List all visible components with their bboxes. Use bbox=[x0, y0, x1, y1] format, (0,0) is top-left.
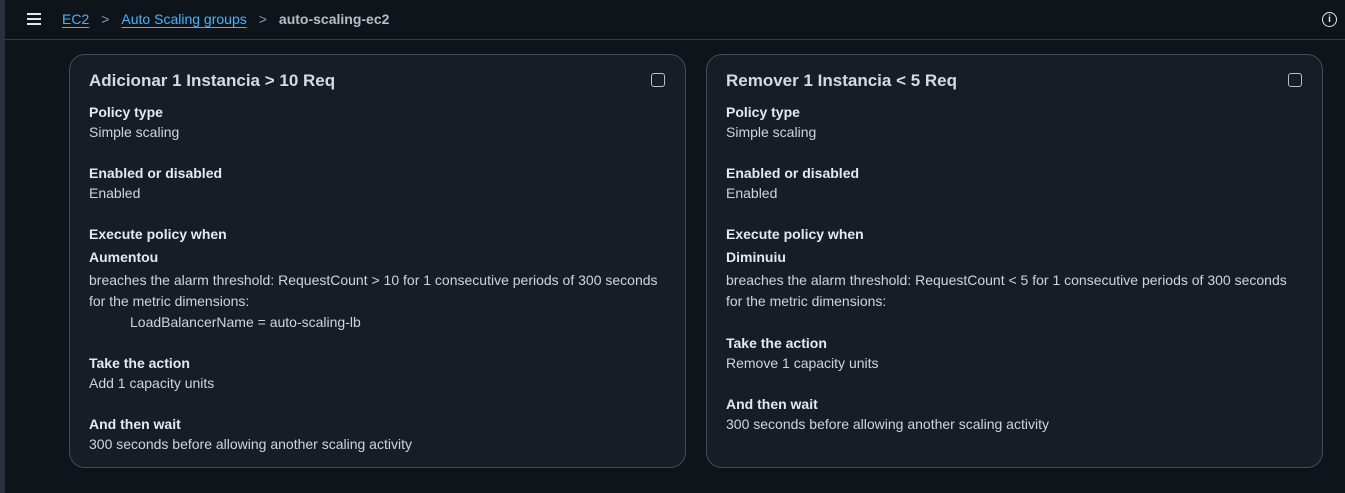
policy-type-label: Policy type bbox=[89, 104, 163, 120]
execute-policy-label: Execute policy when bbox=[726, 226, 864, 242]
scaling-policy-card: Adicionar 1 Instancia > 10 Req Policy ty… bbox=[69, 54, 686, 468]
hamburger-menu-icon[interactable] bbox=[27, 12, 43, 26]
enabled-field: Enabled or disabled Enabled bbox=[89, 163, 669, 203]
wait-field: And then wait 300 seconds before allowin… bbox=[726, 394, 1306, 434]
execute-policy-field: Execute policy when Diminuiu breaches th… bbox=[726, 224, 1306, 312]
alarm-name: Diminuiu bbox=[726, 249, 786, 265]
breadcrumb-link-auto-scaling-groups[interactable]: Auto Scaling groups bbox=[121, 10, 246, 28]
enabled-label: Enabled or disabled bbox=[89, 165, 223, 181]
app-frame: EC2 > Auto Scaling groups > auto-scaling… bbox=[0, 0, 1345, 493]
alarm-breach-description: breaches the alarm threshold: RequestCou… bbox=[89, 272, 658, 309]
policy-title: Remover 1 Instancia < 5 Req bbox=[726, 71, 958, 90]
execute-policy-field: Execute policy when Aumentou breaches th… bbox=[89, 224, 669, 332]
breadcrumb-link-ec2[interactable]: EC2 bbox=[62, 10, 89, 28]
policy-title: Adicionar 1 Instancia > 10 Req bbox=[89, 71, 336, 90]
policy-type-value: Simple scaling bbox=[89, 124, 180, 140]
policy-type-label: Policy type bbox=[726, 104, 800, 120]
info-icon[interactable]: i bbox=[1322, 12, 1337, 27]
wait-field: And then wait 300 seconds before allowin… bbox=[89, 414, 669, 454]
enabled-field: Enabled or disabled Enabled bbox=[726, 163, 1306, 203]
action-label: Take the action bbox=[89, 355, 190, 371]
scaling-policy-card: Remover 1 Instancia < 5 Req Policy type … bbox=[706, 54, 1323, 468]
action-value: Add 1 capacity units bbox=[89, 375, 215, 391]
policy-select-checkbox[interactable] bbox=[651, 73, 665, 87]
action-field: Take the action Add 1 capacity units bbox=[89, 353, 669, 393]
enabled-label: Enabled or disabled bbox=[726, 165, 860, 181]
breadcrumb-current-page: auto-scaling-ec2 bbox=[278, 11, 390, 27]
alarm-name: Aumentou bbox=[89, 249, 159, 265]
policy-details: Policy type Simple scaling Enabled or di… bbox=[726, 102, 1306, 455]
breadcrumb: EC2 > Auto Scaling groups > auto-scaling… bbox=[62, 10, 389, 28]
left-edge-strip bbox=[0, 0, 5, 493]
wait-value: 300 seconds before allowing another scal… bbox=[726, 416, 1049, 432]
enabled-value: Enabled bbox=[89, 185, 141, 201]
policy-type-field: Policy type Simple scaling bbox=[89, 102, 669, 142]
policy-details: Policy type Simple scaling Enabled or di… bbox=[89, 102, 669, 475]
chevron-right-icon: > bbox=[258, 11, 267, 27]
policy-type-field: Policy type Simple scaling bbox=[726, 102, 1306, 142]
chevron-right-icon: > bbox=[101, 11, 110, 27]
policy-type-value: Simple scaling bbox=[726, 124, 817, 140]
action-field: Take the action Remove 1 capacity units bbox=[726, 333, 1306, 373]
top-navigation-bar: EC2 > Auto Scaling groups > auto-scaling… bbox=[5, 0, 1345, 40]
wait-label: And then wait bbox=[89, 416, 181, 432]
policy-select-checkbox[interactable] bbox=[1288, 73, 1302, 87]
alarm-breach-description: breaches the alarm threshold: RequestCou… bbox=[726, 272, 1287, 309]
execute-policy-label: Execute policy when bbox=[89, 226, 227, 242]
wait-label: And then wait bbox=[726, 396, 818, 412]
action-label: Take the action bbox=[726, 335, 827, 351]
action-value: Remove 1 capacity units bbox=[726, 355, 879, 371]
wait-value: 300 seconds before allowing another scal… bbox=[89, 436, 412, 452]
metric-dimension: LoadBalancerName = auto-scaling-lb bbox=[130, 314, 361, 330]
enabled-value: Enabled bbox=[726, 185, 778, 201]
